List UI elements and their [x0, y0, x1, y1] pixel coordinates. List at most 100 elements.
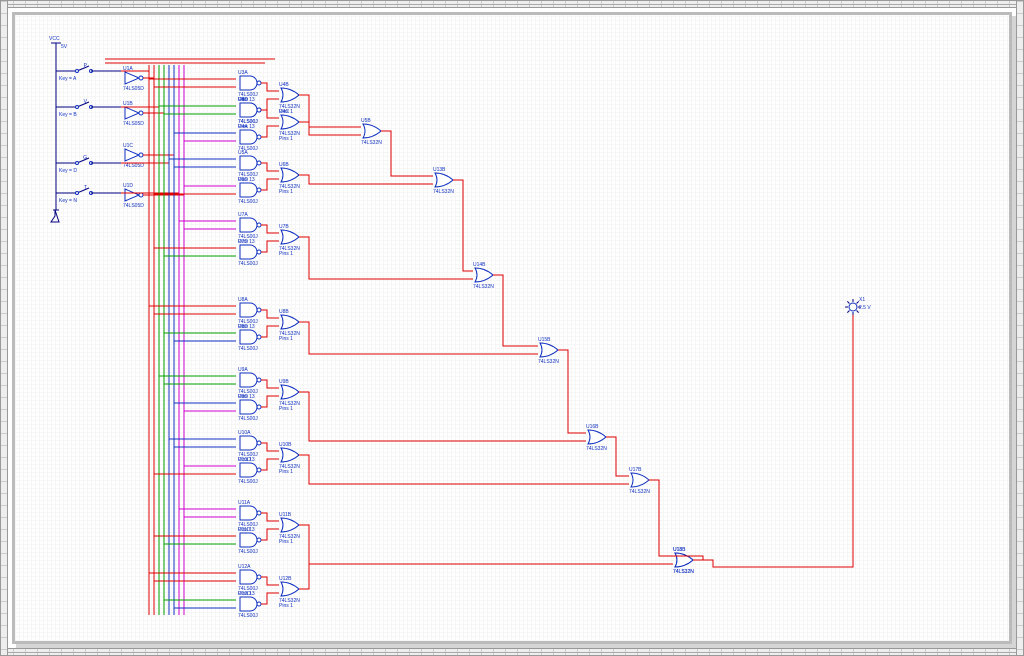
svg-text:Pins 1: Pins 1 — [279, 406, 293, 412]
or-gate — [281, 230, 299, 244]
or-gate — [281, 168, 299, 182]
svg-text:VCC: VCC — [49, 36, 60, 42]
ruler-bottom — [0, 648, 1024, 656]
schematic-sheet[interactable]: VCC5VPKey = AVKey = BGKey = DTKey = NU1A… — [12, 12, 1012, 644]
svg-text:Key = A: Key = A — [59, 76, 77, 82]
svg-text:U12B: U12B — [279, 576, 292, 582]
or-gate — [363, 124, 381, 138]
svg-text:2.5 V: 2.5 V — [859, 305, 871, 311]
or-gate — [588, 430, 606, 444]
or-gate — [475, 268, 493, 282]
svg-text:74LS05D: 74LS05D — [123, 121, 144, 127]
schematic-svg: VCC5VPKey = AVKey = BGKey = DTKey = NU1A… — [15, 15, 1015, 647]
nand-gate — [240, 506, 257, 520]
svg-text:74LS00J: 74LS00J — [238, 346, 258, 352]
svg-text:U3A: U3A — [238, 70, 248, 76]
or-gate — [540, 343, 558, 357]
svg-text:U10D: U10D — [238, 457, 251, 463]
inverter-bubble — [139, 111, 143, 115]
nand-gate — [240, 245, 257, 259]
ruler-left — [0, 0, 8, 656]
or-gate — [281, 582, 299, 596]
svg-text:U4C: U4C — [279, 109, 289, 115]
svg-text:U7D: U7D — [238, 239, 248, 245]
svg-text:Pins 1: Pins 1 — [279, 251, 293, 257]
nand-gate — [240, 330, 257, 344]
svg-text:74LS00J: 74LS00J — [238, 613, 258, 619]
svg-text:U8B: U8B — [279, 309, 289, 315]
svg-text:U9A: U9A — [238, 367, 248, 373]
or-gate — [281, 88, 299, 102]
nand-gate — [240, 400, 257, 414]
svg-text:U11D: U11D — [238, 527, 251, 533]
svg-text:U4B: U4B — [279, 82, 289, 88]
or-gate — [281, 315, 299, 329]
svg-text:U11B: U11B — [279, 512, 292, 518]
ruler-right — [1016, 0, 1024, 656]
svg-text:U12D: U12D — [238, 591, 251, 597]
svg-text:Pins 1: Pins 1 — [279, 136, 293, 142]
svg-text:U11A: U11A — [238, 500, 251, 506]
nand-gate — [240, 130, 257, 144]
nand-gate — [240, 183, 257, 197]
inverter-bubble — [139, 153, 143, 157]
nand-gate — [240, 597, 257, 611]
or-gate — [281, 385, 299, 399]
nand-gate — [240, 373, 257, 387]
svg-text:X1: X1 — [859, 297, 865, 303]
svg-text:74LS32N: 74LS32N — [433, 189, 454, 195]
svg-text:74LS05D: 74LS05D — [123, 86, 144, 92]
nand-gate — [240, 103, 257, 117]
svg-text:U18B: U18B — [673, 547, 686, 553]
or-gate — [631, 473, 649, 487]
nand-gate — [240, 436, 257, 450]
svg-text:74LS32N: 74LS32N — [629, 489, 650, 495]
svg-text:U16B: U16B — [586, 424, 599, 430]
svg-text:U9B: U9B — [279, 379, 289, 385]
svg-text:5V: 5V — [61, 44, 68, 50]
svg-text:Pins 1: Pins 1 — [279, 603, 293, 609]
svg-text:U4A: U4A — [238, 124, 248, 130]
nand-gate — [240, 570, 257, 584]
nand-gate — [240, 156, 257, 170]
ruler-top — [0, 0, 1024, 8]
svg-text:U1D: U1D — [123, 183, 133, 189]
nand-gate — [240, 463, 257, 477]
or-gate — [281, 448, 299, 462]
svg-text:74LS05D: 74LS05D — [123, 163, 144, 169]
svg-text:74LS00J: 74LS00J — [238, 479, 258, 485]
svg-text:U7B: U7B — [279, 224, 289, 230]
svg-text:74LS32N: 74LS32N — [586, 446, 607, 452]
nand-gate — [240, 303, 257, 317]
svg-text:U1B: U1B — [123, 101, 133, 107]
svg-text:74LS32N: 74LS32N — [473, 284, 494, 290]
inverter-gate — [125, 107, 139, 119]
inverter-gate — [125, 149, 139, 161]
svg-text:U8D: U8D — [238, 324, 248, 330]
svg-text:Pins 1: Pins 1 — [279, 469, 293, 475]
svg-text:Key = D: Key = D — [59, 168, 77, 174]
nand-gate — [240, 533, 257, 547]
svg-text:Pins 1: Pins 1 — [279, 539, 293, 545]
or-gate — [675, 553, 693, 567]
nand-gate — [240, 76, 257, 90]
svg-text:74LS00J: 74LS00J — [238, 199, 258, 205]
svg-text:74LS00J: 74LS00J — [238, 261, 258, 267]
svg-text:U6D: U6D — [238, 177, 248, 183]
svg-text:Pins 1: Pins 1 — [279, 189, 293, 195]
svg-text:74LS00J: 74LS00J — [238, 416, 258, 422]
or-gate — [281, 115, 299, 129]
svg-text:74LS32N: 74LS32N — [673, 569, 694, 575]
svg-text:U12A: U12A — [238, 564, 251, 570]
svg-text:74LS00J: 74LS00J — [238, 549, 258, 555]
svg-text:U5B: U5B — [361, 118, 371, 124]
svg-text:U6B: U6B — [279, 162, 289, 168]
inverter-bubble — [139, 193, 143, 197]
svg-text:Pins 1: Pins 1 — [279, 336, 293, 342]
svg-text:U15B: U15B — [538, 337, 551, 343]
svg-text:Key = B: Key = B — [59, 112, 77, 118]
svg-text:U5A: U5A — [238, 150, 248, 156]
svg-text:74LS32N: 74LS32N — [361, 140, 382, 146]
svg-text:U14B: U14B — [473, 262, 486, 268]
svg-text:U10A: U10A — [238, 430, 251, 436]
